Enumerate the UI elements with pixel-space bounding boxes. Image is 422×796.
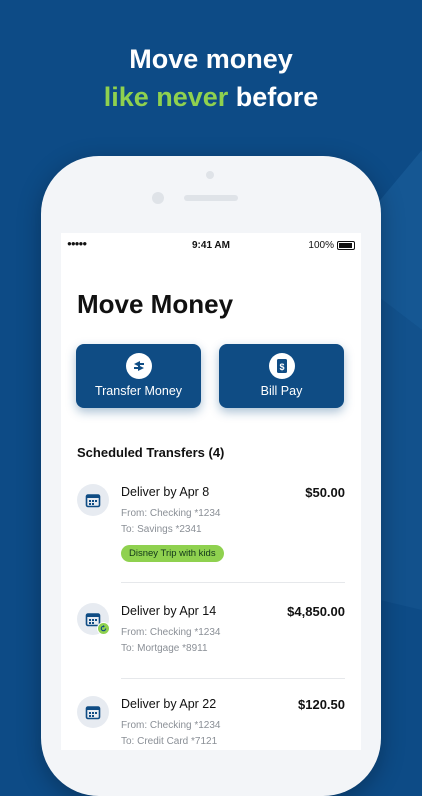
- transfer-deliver-date: Deliver by Apr 8: [121, 485, 210, 499]
- page-title: Move Money: [77, 289, 234, 319]
- headline-line2: like never before: [0, 78, 422, 116]
- transfer-amount: $4,850.00: [287, 604, 345, 619]
- headline-highlight: like never: [103, 82, 229, 112]
- status-bar: ●●●●● 9:41 AM 100%: [61, 233, 361, 259]
- bill-pay-label: Bill Pay: [260, 384, 303, 398]
- headline-line2-rest: before: [228, 82, 319, 112]
- transfer-from: From: Checking *1234: [121, 627, 221, 638]
- battery-icon: [337, 241, 355, 250]
- transfer-tag[interactable]: Disney Trip with kids: [121, 545, 224, 562]
- transfer-arrows-icon: [125, 353, 152, 379]
- headline: Move money like never before: [0, 40, 422, 116]
- calendar-icon: [77, 484, 109, 516]
- scheduled-transfers-heading: Scheduled Transfers (4): [77, 445, 225, 460]
- front-camera: [152, 192, 164, 204]
- transfer-amount: $120.50: [298, 697, 345, 712]
- transfer-from: From: Checking *1234: [121, 508, 221, 519]
- transfer-deliver-date: Deliver by Apr 22: [121, 697, 217, 711]
- transfer-to: To: Mortgage *8911: [121, 643, 208, 654]
- transfer-to: To: Credit Card *7121: [121, 736, 218, 747]
- calendar-icon: [77, 696, 109, 728]
- divider: [121, 582, 345, 583]
- bill-pay-button[interactable]: $ Bill Pay: [219, 344, 344, 408]
- phone-screen: ●●●●● 9:41 AM 100% Move Money Transfer M…: [61, 233, 361, 750]
- transfer-money-label: Transfer Money: [94, 384, 183, 398]
- battery-percent: 100%: [308, 240, 334, 251]
- transfer-deliver-date: Deliver by Apr 14: [121, 604, 217, 618]
- divider: [121, 678, 345, 679]
- svg-text:$: $: [279, 362, 284, 372]
- earpiece-speaker: [184, 195, 238, 201]
- recurring-icon: [97, 622, 110, 635]
- bill-icon: $: [268, 353, 295, 379]
- transfer-to: To: Savings *2341: [121, 524, 202, 535]
- sensor-dot: [206, 171, 214, 179]
- transfer-money-button[interactable]: Transfer Money: [76, 344, 201, 408]
- transfer-from: From: Checking *1234: [121, 720, 221, 731]
- transfer-amount: $50.00: [305, 485, 345, 500]
- headline-line1: Move money: [129, 44, 293, 74]
